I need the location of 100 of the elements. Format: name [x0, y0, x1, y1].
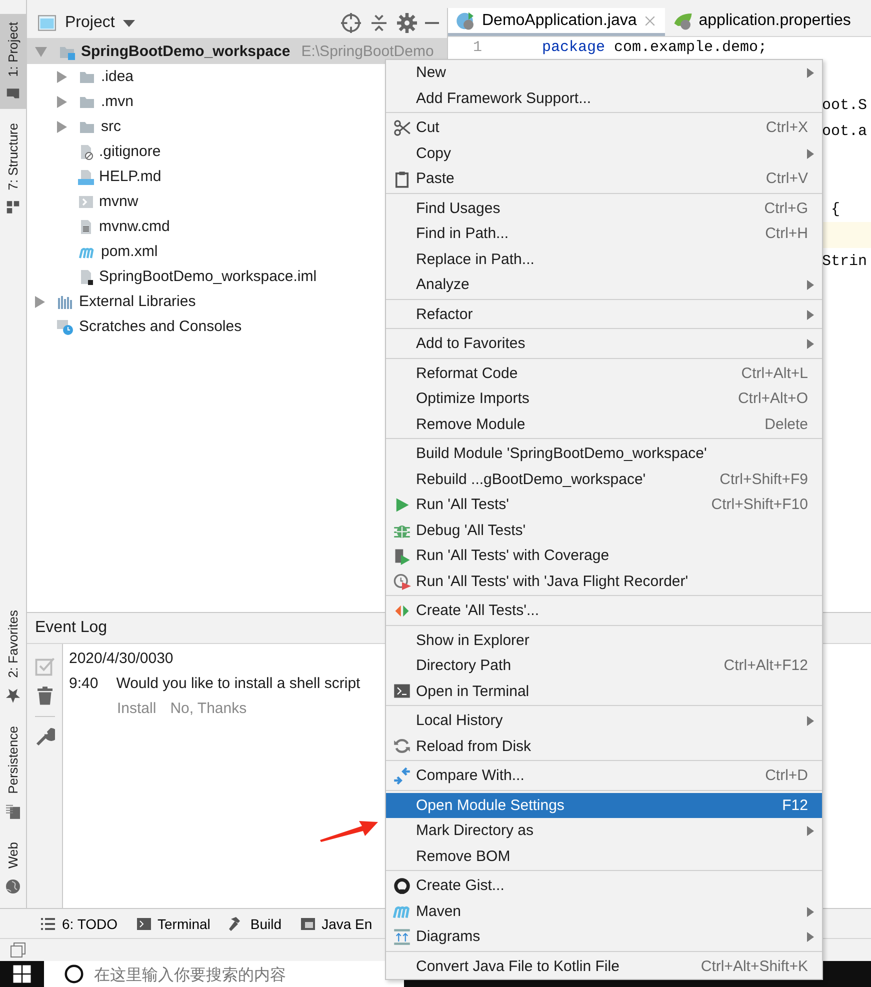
menu-item[interactable]: Paste Ctrl+V — [386, 166, 822, 192]
checkbox-icon — [34, 656, 54, 676]
side-tool-tab[interactable]: Persistence — [0, 718, 26, 828]
search-field[interactable]: 在这里输入你要搜索的内容 — [44, 961, 404, 987]
list-icon — [40, 916, 56, 932]
menu-item[interactable]: Add Framework Support... — [386, 86, 822, 111]
settings-button[interactable] — [34, 727, 54, 747]
menu-item[interactable]: Remove BOM — [386, 844, 822, 869]
clipboard-icon — [393, 170, 411, 188]
menu-item[interactable]: Open Module Settings F12 — [386, 792, 822, 818]
menu-item[interactable]: Build Module 'SpringBootDemo_workspace' — [386, 441, 822, 466]
menu-item[interactable]: Optimize Imports Ctrl+Alt+O — [386, 386, 822, 412]
folder-icon — [6, 86, 20, 101]
code-text: oot.S — [822, 96, 868, 114]
tree-item-label: .idea — [101, 68, 134, 85]
menu-item[interactable]: Run 'All Tests' with 'Java Flight Recorder' — [386, 568, 822, 594]
menu-item[interactable]: Mark Directory as — [386, 818, 822, 844]
close-icon — [642, 14, 657, 28]
tree-item-label: mvnw — [99, 193, 138, 210]
tree-item-label: External Libraries — [79, 293, 196, 310]
mark-read-button[interactable] — [34, 656, 54, 676]
compare-arrows-icon — [393, 766, 411, 785]
menu-item[interactable]: Maven — [386, 898, 822, 924]
timer-icon — [393, 572, 411, 590]
collapse-icon — [369, 13, 389, 33]
editor-tab[interactable]: DemoApplication.java — [448, 8, 665, 36]
editor-tab[interactable]: application.properties — [664, 8, 859, 36]
tree-item-label: SpringBootDemo_workspace — [81, 43, 290, 60]
star-icon — [5, 688, 21, 704]
menu-item[interactable]: Directory Path Ctrl+Alt+F12 — [386, 653, 822, 678]
log-time: 9:40 — [69, 675, 98, 692]
minus-icon — [425, 22, 439, 24]
menu-item[interactable]: Reformat Code Ctrl+Alt+L — [386, 360, 822, 386]
tree-item-label: .mvn — [101, 93, 134, 110]
code-text: oot.a — [822, 122, 868, 140]
class-file-icon — [456, 10, 476, 30]
menu-item[interactable]: Rebuild ...gBootDemo_workspace' Ctrl+Shift+F9 — [386, 466, 822, 492]
panel-title: Event Log — [35, 619, 108, 637]
side-tool-tab[interactable]: Web — [0, 834, 26, 902]
gear-icon — [397, 13, 417, 33]
log-message: Would you like to install a shell script — [116, 675, 360, 692]
log-date: 2020/4/30/0030 — [69, 650, 174, 667]
locate-button[interactable] — [341, 13, 361, 33]
menu-item[interactable]: Refactor — [386, 302, 822, 327]
menu-item[interactable]: Local History — [386, 708, 822, 734]
collapsed-arrow-icon[interactable] — [35, 296, 45, 308]
coverage-icon — [393, 546, 411, 565]
collapse-all-button[interactable] — [369, 13, 389, 33]
menu-item[interactable]: Analyze — [386, 272, 822, 298]
menu-item[interactable]: Run 'All Tests' Ctrl+Shift+F10 — [386, 492, 822, 518]
menu-item[interactable]: Debug 'All Tests' — [386, 518, 822, 543]
menu-item[interactable]: Create 'All Tests'... — [386, 598, 822, 624]
tree-item-path: E:\SpringBootDemo — [301, 43, 434, 60]
structure-icon — [6, 200, 20, 214]
text-file-icon — [78, 218, 94, 234]
tree-item-label: SpringBootDemo_workspace.iml — [99, 268, 317, 285]
tree-item-label: mvnw.cmd — [99, 218, 170, 235]
menu-item[interactable]: Copy — [386, 140, 822, 166]
scratch-icon — [56, 318, 74, 334]
menu-item[interactable]: Add to Favorites — [386, 331, 822, 356]
settings-button[interactable] — [397, 13, 417, 33]
menu-item[interactable]: Show in Explorer — [386, 628, 822, 653]
grid-window-icon — [300, 916, 316, 932]
side-tool-tab[interactable]: 1: Project — [0, 14, 26, 109]
action-link[interactable]: No, Thanks — [170, 700, 247, 717]
menu-item[interactable]: Cut Ctrl+X — [386, 115, 822, 140]
menu-item[interactable]: Create Gist... — [386, 873, 822, 898]
code-text: { — [830, 200, 840, 218]
menu-item[interactable]: Diagrams — [386, 924, 822, 950]
tool-window-tab[interactable]: Java En — [300, 916, 372, 932]
side-tool-tab[interactable]: 2: Favorites — [0, 602, 26, 712]
tool-window-tab[interactable]: Build — [228, 916, 282, 932]
menu-item[interactable]: Open in Terminal — [386, 678, 822, 704]
delete-button[interactable] — [34, 686, 54, 706]
windows-logo-icon — [12, 964, 32, 984]
scissors-icon — [393, 118, 411, 137]
panel-icon — [37, 14, 57, 32]
collapsed-arrow-icon[interactable] — [57, 70, 67, 82]
menu-item[interactable]: Remove Module Delete — [386, 412, 822, 437]
expanded-arrow-icon[interactable] — [35, 46, 47, 56]
collapsed-arrow-icon[interactable] — [57, 120, 67, 132]
tool-window-tab[interactable]: Terminal — [136, 916, 210, 932]
menu-item[interactable]: Find Usages Ctrl+G — [386, 196, 822, 221]
window-toggle-icon — [10, 942, 26, 958]
collapsed-arrow-icon[interactable] — [57, 96, 67, 108]
panel-title: Project — [65, 14, 115, 32]
menu-item[interactable]: Find in Path... Ctrl+H — [386, 221, 822, 246]
trash-icon — [34, 686, 54, 706]
menu-item[interactable]: Reload from Disk — [386, 734, 822, 759]
action-link[interactable]: Install — [117, 700, 156, 717]
side-tool-tab[interactable]: 7: Structure — [0, 114, 26, 222]
tree-item-label: src — [101, 118, 121, 135]
tree-item-label: Scratches and Consoles — [79, 318, 242, 335]
tool-window-tab[interactable]: 6: TODO — [40, 916, 118, 932]
script-file-icon — [78, 194, 94, 210]
selected-tree-row[interactable]: SpringBootDemo_workspace E:\SpringBootDemo — [27, 39, 447, 64]
menu-item[interactable]: Run 'All Tests' with Coverage — [386, 543, 822, 568]
menu-item[interactable]: Replace in Path... — [386, 246, 822, 272]
menu-item[interactable]: Compare With... Ctrl+D — [386, 763, 822, 788]
dropdown-caret-icon[interactable] — [122, 20, 135, 26]
